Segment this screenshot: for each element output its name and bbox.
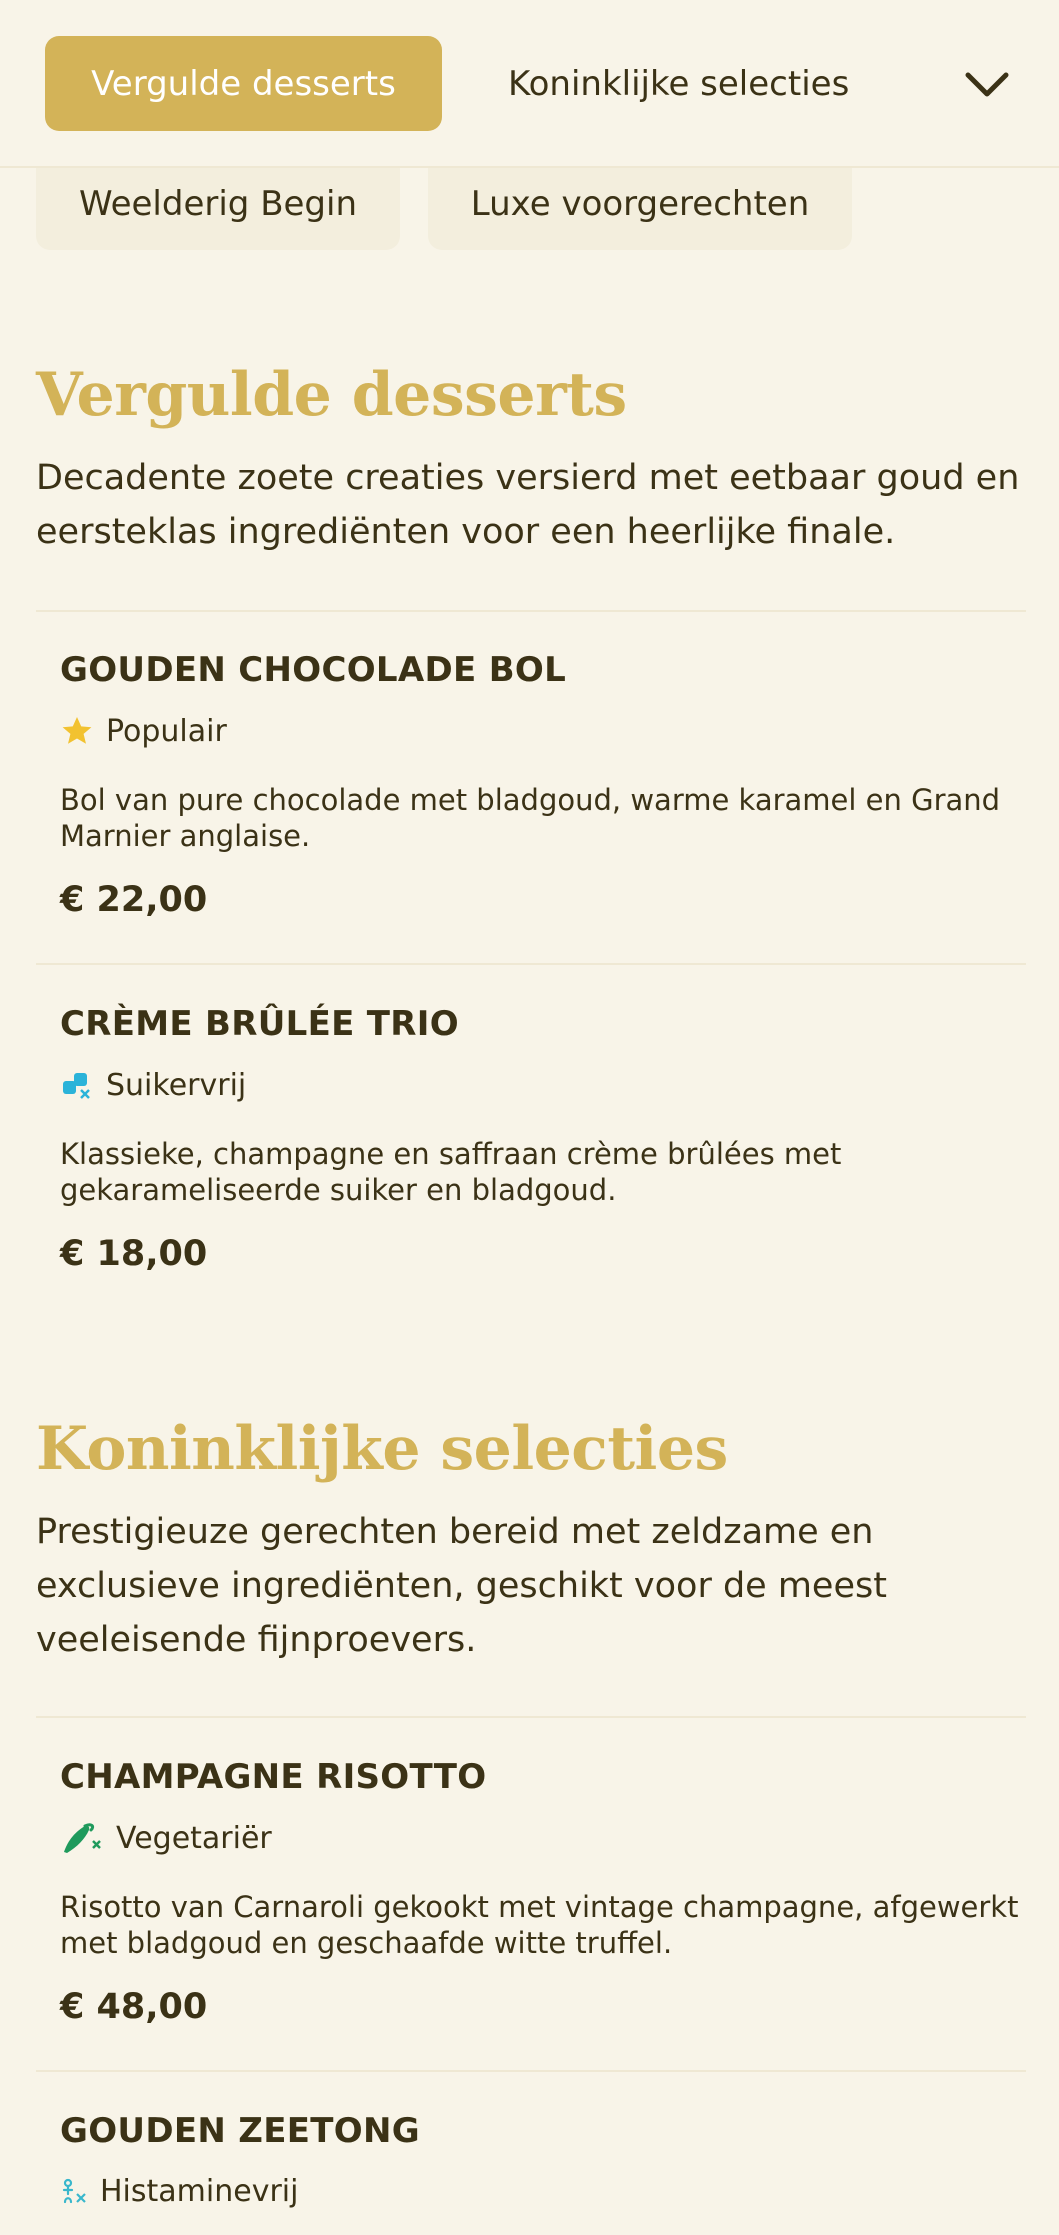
badge-histaminevrij: Histaminevrij [60, 2171, 298, 2211]
histamine-free-icon [60, 2174, 88, 2208]
divider [36, 963, 1026, 965]
badge-label: Suikervrij [106, 1067, 247, 1103]
category-nav-bar: Vergulde desserts Koninklijke selecties [0, 0, 1059, 168]
menu-item-name: GOUDEN ZEETONG [60, 2111, 420, 2151]
menu-item-description: Risotto van Carnaroli gekookt met vintag… [60, 1890, 1019, 1960]
category-chip-label: Luxe voorgerechten [470, 184, 810, 224]
menu-item-description: Klassieke, champagne en saffraan crème b… [60, 1137, 842, 1207]
menu-item-description: Bol van pure chocolade met bladgoud, war… [60, 783, 1001, 853]
menu-item-price: € 48,00 [60, 1987, 208, 2027]
section-title: Vergulde desserts [36, 360, 627, 430]
category-chip-label: Koninklijke selecties [508, 63, 850, 104]
menu-item-name: CRÈME BRÛLÉE TRIO [60, 1004, 459, 1044]
category-chip-label: Weelderig Begin [78, 184, 358, 224]
star-icon [60, 714, 94, 748]
badge-suikervrij: Suikervrij [60, 1065, 246, 1105]
badge-label: Vegetariër [116, 1820, 272, 1856]
badge-vegetarier: Vegetariër [60, 1818, 272, 1858]
divider [36, 610, 1026, 612]
section-description: Prestigieuze gerechten bereid met zeldza… [36, 1512, 887, 1660]
vegetarian-icon [60, 1821, 104, 1855]
sugar-free-icon [60, 1068, 94, 1102]
section-title: Koninklijke selecties [36, 1414, 728, 1484]
category-chip-koninklijke-selecties[interactable]: Koninklijke selecties [508, 36, 849, 131]
divider [36, 2070, 1026, 2072]
menu-item-name: GOUDEN CHOCOLADE BOL [60, 650, 567, 690]
category-chip-label: Vergulde desserts [91, 63, 396, 104]
badge-populair: Populair [60, 711, 227, 751]
chevron-down-icon[interactable] [962, 60, 1012, 110]
divider [36, 1716, 1026, 1718]
menu-item-price: € 18,00 [60, 1234, 208, 1274]
section-description: Decadente zoete creaties versierd met ee… [36, 458, 1020, 552]
menu-item-name: CHAMPAGNE RISOTTO [60, 1757, 487, 1797]
badge-label: Histaminevrij [100, 2173, 299, 2209]
menu-item-price: € 22,00 [60, 880, 208, 920]
category-chip-vergulde-desserts[interactable]: Vergulde desserts [45, 36, 442, 131]
badge-label: Populair [106, 713, 227, 749]
